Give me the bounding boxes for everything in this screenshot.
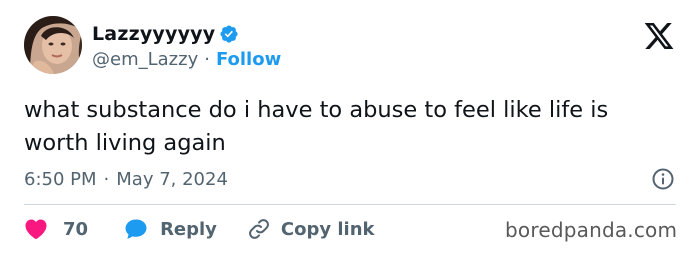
follow-button[interactable]: Follow bbox=[216, 49, 281, 70]
tweet-card: Lazzyyyyyy @em_Lazzy · Follow what subst… bbox=[0, 0, 700, 256]
author-display-name[interactable]: Lazzyyyyyy bbox=[92, 23, 215, 45]
tweet-text: what substance do i have to abuse to fee… bbox=[24, 97, 609, 156]
x-logo-icon[interactable] bbox=[642, 20, 676, 52]
link-icon bbox=[247, 217, 271, 241]
info-icon[interactable] bbox=[651, 167, 675, 191]
copy-link-button[interactable]: Copy link bbox=[247, 217, 375, 241]
tweet-date: May 7, 2024 bbox=[116, 168, 228, 190]
copy-link-label: Copy link bbox=[280, 218, 375, 240]
timestamp-separator: · bbox=[103, 168, 110, 190]
tweet-timestamp[interactable]: 6:50 PM · May 7, 2024 bbox=[24, 167, 228, 191]
avatar[interactable] bbox=[24, 16, 82, 74]
tweet-time: 6:50 PM bbox=[24, 168, 97, 190]
verified-badge-icon bbox=[219, 24, 239, 44]
reply-bubble-icon bbox=[124, 218, 148, 240]
handle-separator: · bbox=[204, 48, 210, 70]
like-button[interactable]: 70 bbox=[24, 218, 88, 240]
reply-label: Reply bbox=[160, 218, 217, 240]
like-count: 70 bbox=[63, 218, 89, 240]
watermark: boredpanda.com bbox=[505, 218, 678, 242]
author-name-row: Lazzyyyyyy bbox=[92, 22, 239, 46]
author-handle[interactable]: @em_Lazzy bbox=[92, 49, 198, 70]
action-bar: 70 Reply Copy link bbox=[24, 214, 375, 244]
author-handle-row: @em_Lazzy · Follow bbox=[92, 48, 281, 70]
reply-button[interactable]: Reply bbox=[124, 218, 217, 240]
divider bbox=[24, 204, 676, 205]
heart-icon bbox=[24, 218, 48, 240]
